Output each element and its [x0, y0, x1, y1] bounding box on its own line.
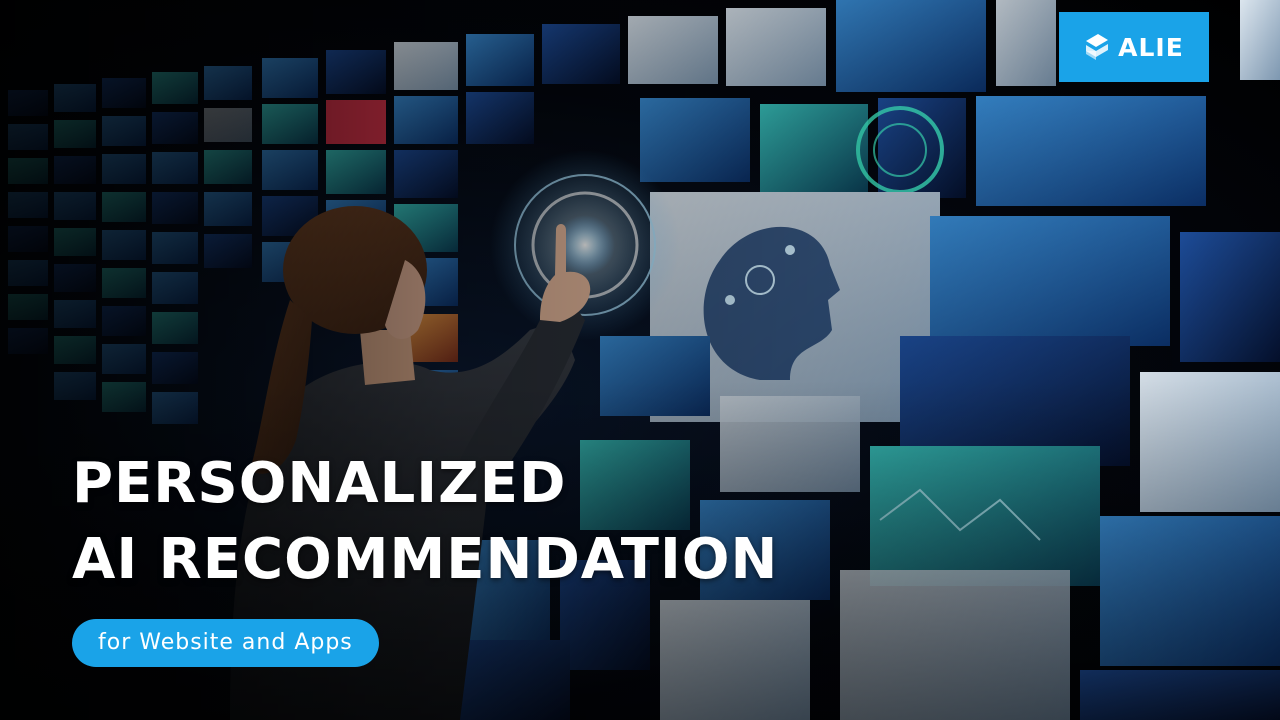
background-photo	[0, 0, 1280, 720]
headline-line-2: AI RECOMMENDATION	[72, 527, 779, 592]
thumbnail-canvas: ALIE PERSONALIZED AI RECOMMENDATION for …	[0, 0, 1280, 720]
alie-logo-icon	[1086, 34, 1109, 60]
subtitle-pill: for Website and Apps	[72, 619, 379, 667]
headline-line-1: PERSONALIZED	[72, 451, 567, 516]
brand-name: ALIE	[1118, 32, 1184, 62]
alie-logo-badge: ALIE	[1059, 12, 1209, 82]
